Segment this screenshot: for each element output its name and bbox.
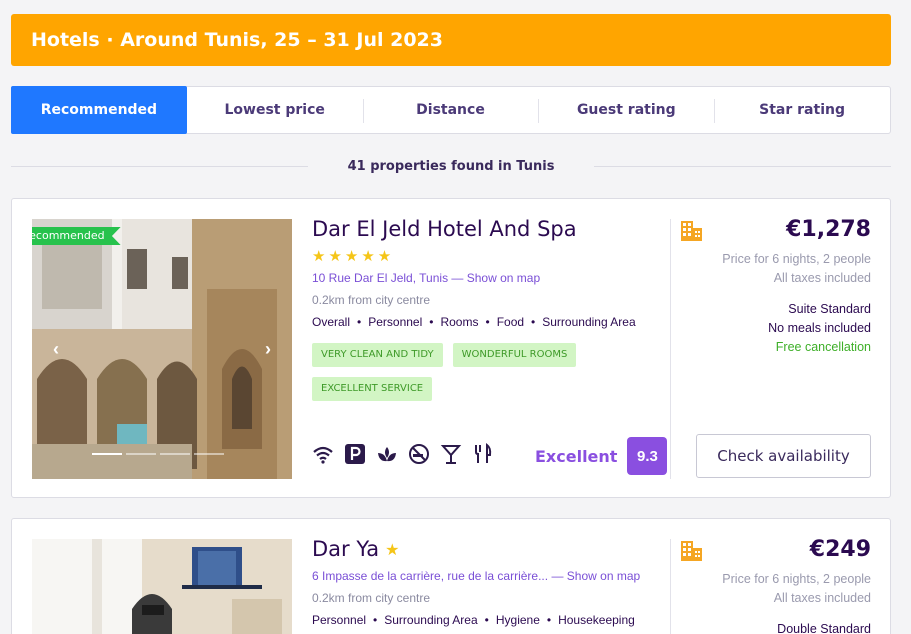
carousel-dot[interactable] [160, 453, 190, 455]
rating-score: 9.3 [627, 437, 668, 475]
price-note: Price for 6 nights, 2 people All taxes i… [681, 250, 871, 288]
review-category: Food [478, 315, 524, 329]
divider [11, 165, 308, 167]
taxes-note: All taxes included [773, 591, 871, 605]
wifi-icon [312, 443, 334, 465]
no-smoking-icon [408, 443, 430, 465]
stay-details: Price for 6 nights, 2 people [722, 572, 871, 586]
review-tag: EXCELLENT SERVICE [312, 377, 433, 401]
review-categories: Overall Personnel Rooms Food Surrounding… [312, 315, 668, 329]
search-header: Hotels · Around Tunis, 25 – 31 Jul 2023 [11, 14, 891, 66]
sort-tabs: Recommended Lowest price Distance Guest … [11, 86, 891, 134]
amenities [312, 443, 494, 465]
restaurant-icon [472, 443, 494, 465]
price: €249 [809, 537, 871, 562]
recommended-badge: Recommended [32, 227, 121, 245]
hotel-photo-image [32, 539, 292, 634]
hotel-info: Dar Ya ★ 6 Impasse de la carrière, rue d… [312, 537, 668, 627]
divider [670, 219, 671, 479]
show-on-map-link[interactable]: — Show on map [451, 271, 540, 285]
results-count: 41 properties found in Tunis [347, 158, 555, 174]
taxes-note: All taxes included [773, 271, 871, 285]
star-rating: ★★★★★ [312, 248, 395, 265]
review-category: Hygiene [478, 613, 540, 627]
building-icon [681, 541, 703, 566]
chevron-left-icon[interactable]: ‹ [46, 337, 66, 361]
review-category: Personnel [350, 315, 422, 329]
star-rating: ★ [385, 539, 400, 559]
distance-text: 0.2km from city centre [312, 293, 431, 307]
hotel-card: Dar Ya ★ 6 Impasse de la carrière, rue d… [11, 518, 891, 634]
building-icon [681, 221, 703, 246]
chevron-right-icon[interactable]: › [258, 337, 278, 361]
divider [670, 539, 671, 634]
tab-recommended[interactable]: Recommended [11, 86, 187, 134]
review-category: Surrounding Area [524, 315, 635, 329]
rating-label: Excellent [535, 446, 618, 466]
distance-text: 0.2km from city centre [312, 591, 431, 605]
review-category: Overall [312, 315, 351, 329]
results-summary: 41 properties found in Tunis [11, 154, 892, 178]
price-panel: €249 Price for 6 nights, 2 people All ta… [681, 537, 871, 634]
review-category: Personnel [312, 613, 367, 627]
hotel-photo[interactable]: Recommended ‹ › [32, 219, 292, 479]
price-panel: €1,278 Price for 6 nights, 2 people All … [681, 217, 871, 357]
carousel-dots [92, 453, 224, 455]
price-note: Price for 6 nights, 2 people All taxes i… [681, 570, 871, 608]
hotel-info: Dar El Jeld Hotel And Spa ★★★★★ 10 Rue D… [312, 217, 668, 401]
show-on-map-link[interactable]: — Show on map [551, 569, 640, 583]
tab-lowest-price[interactable]: Lowest price [187, 87, 363, 133]
price: €1,278 [786, 217, 871, 242]
review-tag: WONDERFUL ROOMS [452, 343, 577, 367]
hotel-photo[interactable] [32, 539, 292, 634]
room-details: Double Standard [681, 620, 871, 634]
page-title: Hotels · Around Tunis, 25 – 31 Jul 2023 [31, 29, 443, 51]
room-type: Double Standard [777, 622, 871, 634]
hotel-card: Recommended ‹ › Dar El Jeld Hotel And Sp… [11, 198, 891, 498]
review-categories: Personnel Surrounding Area Hygiene House… [312, 613, 668, 627]
review-tag: VERY CLEAN AND TIDY [312, 343, 443, 367]
hotel-name[interactable]: Dar El Jeld Hotel And Spa [312, 217, 668, 241]
carousel-dot[interactable] [126, 453, 156, 455]
room-type: Suite Standard [788, 302, 871, 316]
carousel-dot[interactable] [92, 453, 122, 455]
review-category: Rooms [422, 315, 478, 329]
cancellation-policy: Free cancellation [775, 340, 871, 354]
meal-plan: No meals included [768, 321, 871, 335]
guest-rating: Excellent 9.3 [535, 437, 668, 475]
hotel-name[interactable]: Dar Ya ★ [312, 537, 668, 561]
parking-icon [344, 443, 366, 465]
tab-guest-rating[interactable]: Guest rating [538, 87, 714, 133]
review-category: Surrounding Area [366, 613, 477, 627]
bar-icon [440, 443, 462, 465]
address-text: 6 Impasse de la carrière, rue de la carr… [312, 569, 549, 583]
hotel-address: 6 Impasse de la carrière, rue de la carr… [312, 569, 668, 583]
spa-icon [376, 443, 398, 465]
divider [594, 165, 892, 167]
check-availability-button[interactable]: Check availability [696, 434, 871, 478]
hotel-results-page: Hotels · Around Tunis, 25 – 31 Jul 2023 … [0, 0, 911, 634]
hotel-address: 10 Rue Dar El Jeld, Tunis — Show on map [312, 271, 668, 285]
tab-star-rating[interactable]: Star rating [714, 87, 890, 133]
carousel-dot[interactable] [194, 453, 224, 455]
stay-details: Price for 6 nights, 2 people [722, 252, 871, 266]
review-category: Housekeeping [540, 613, 635, 627]
tab-distance[interactable]: Distance [362, 87, 539, 133]
hotel-name-text: Dar Ya [312, 537, 380, 561]
hotel-photo-image [32, 219, 292, 479]
room-details: Suite Standard No meals included [681, 300, 871, 338]
address-text: 10 Rue Dar El Jeld, Tunis [312, 271, 449, 285]
review-tags: VERY CLEAN AND TIDY WONDERFUL ROOMS EXCE… [312, 343, 612, 401]
